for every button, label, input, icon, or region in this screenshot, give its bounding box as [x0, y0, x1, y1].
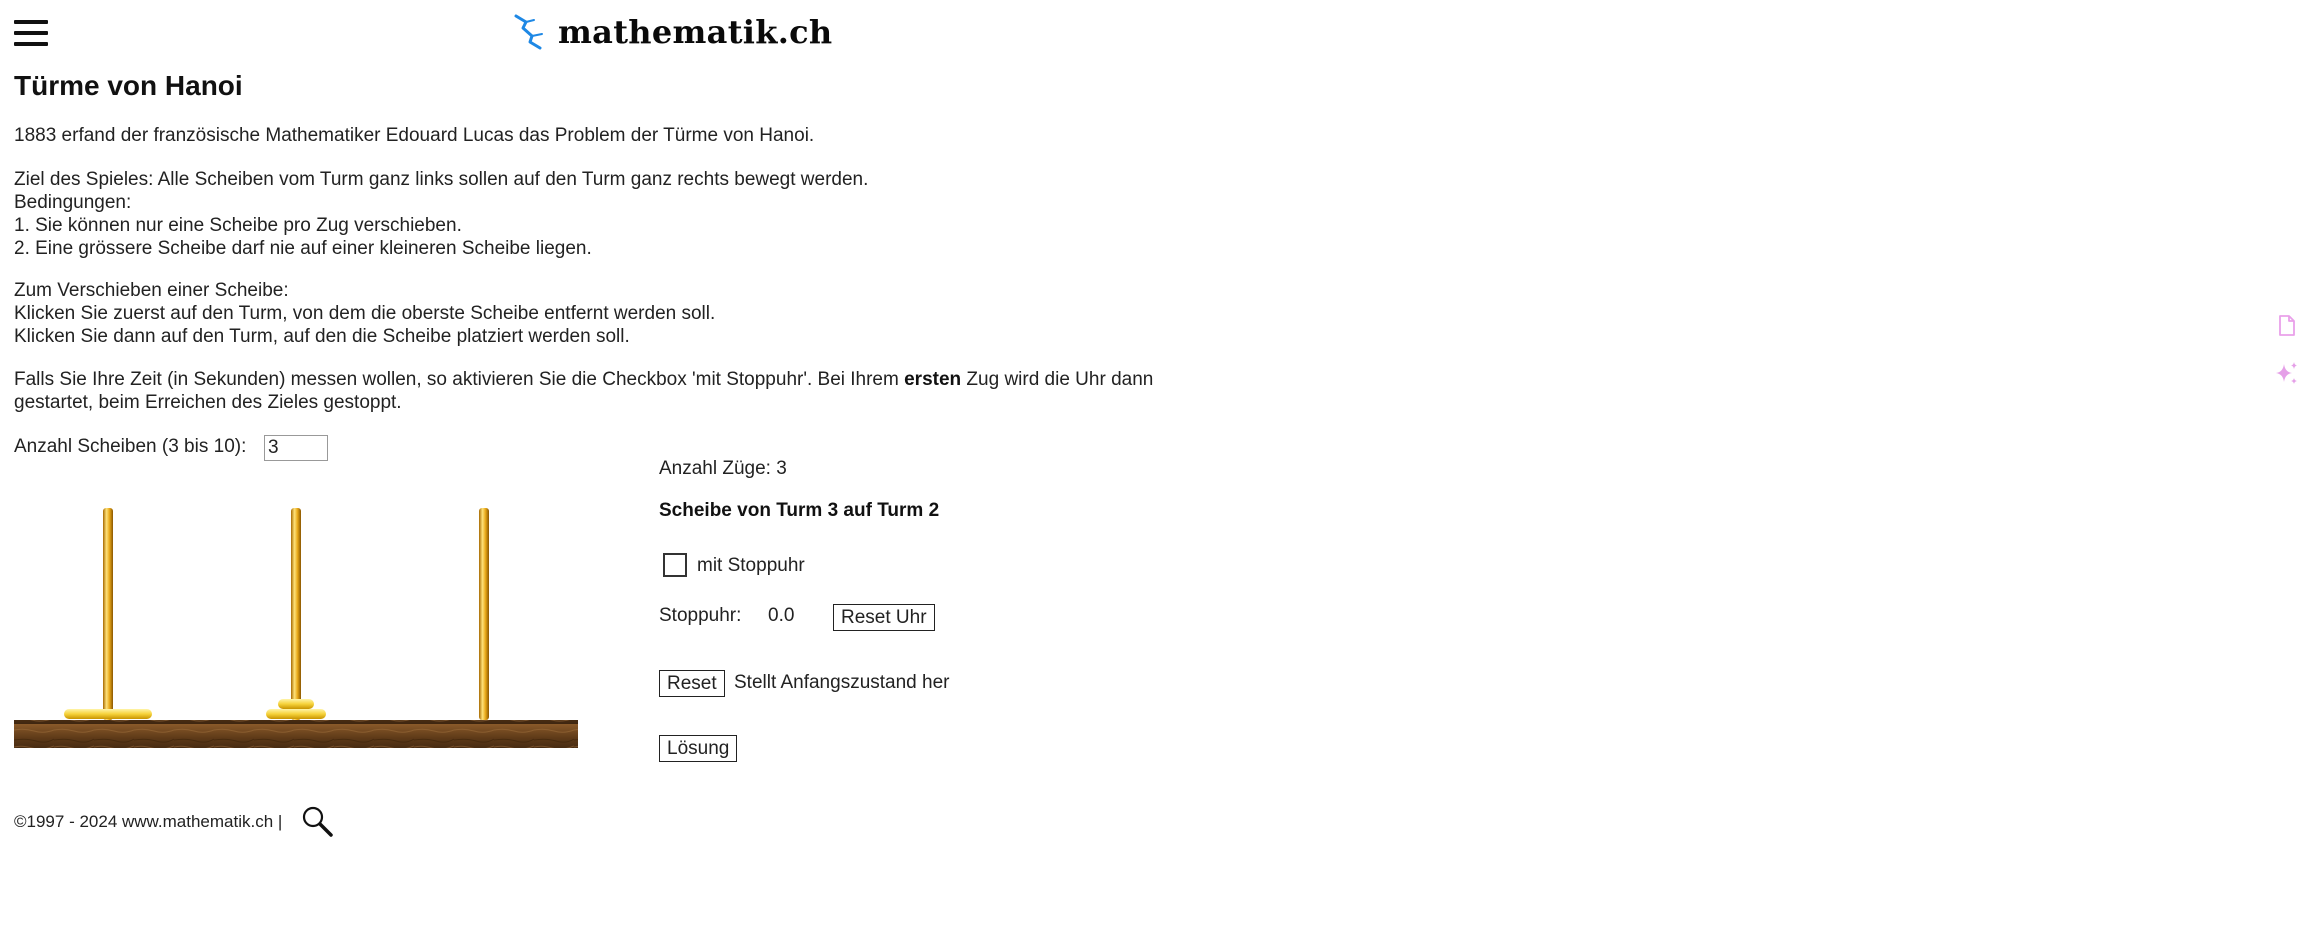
conditions-heading: Bedingungen:	[14, 192, 132, 213]
rules-paragraph: Ziel des Spieles: Alle Scheiben vom Turm…	[14, 168, 1274, 260]
magnifier-icon[interactable]	[300, 804, 334, 838]
timer-text-bold: ersten	[904, 369, 962, 390]
reset-button[interactable]: Reset	[659, 670, 725, 697]
board-base	[14, 720, 578, 748]
stopwatch-checkbox[interactable]	[663, 553, 687, 577]
sparkle-icon[interactable]	[2274, 360, 2300, 388]
disc-count-input[interactable]	[264, 435, 328, 461]
goal-line: Ziel des Spieles: Alle Scheiben vom Turm…	[14, 169, 869, 190]
tower-2[interactable]	[291, 508, 301, 720]
stopwatch-label: Stoppuhr:	[659, 605, 742, 626]
disc	[278, 699, 314, 709]
footer-copyright: ©1997 - 2024 www.mathematik.ch |	[14, 812, 283, 831]
timer-text-line2: gestartet, beim Erreichen des Zieles ges…	[14, 392, 402, 413]
solution-button[interactable]: Lösung	[659, 735, 738, 762]
timer-text-before: Falls Sie Ihre Zeit (in Sekunden) messen…	[14, 369, 905, 390]
reset-description: Stellt Anfangszustand her	[734, 672, 950, 693]
tower-3[interactable]	[479, 508, 489, 720]
disc	[266, 709, 326, 719]
site-logo[interactable]: mathematik.ch	[512, 12, 833, 52]
lightning-icon	[514, 14, 543, 50]
move-heading: Zum Verschieben einer Scheibe:	[14, 280, 289, 301]
rule-1: 1. Sie können nur eine Scheibe pro Zug v…	[14, 215, 462, 236]
rule-2: 2. Eine grössere Scheibe darf nie auf ei…	[14, 238, 592, 259]
tower-1[interactable]	[103, 508, 113, 720]
hamburger-menu-icon[interactable]	[14, 20, 48, 46]
logo-text: mathematik.ch	[558, 13, 833, 51]
timer-text-after: Zug wird die Uhr dann	[961, 369, 1154, 390]
hanoi-board[interactable]	[14, 500, 578, 748]
move-step-2: Klicken Sie dann auf den Turm, auf den d…	[14, 326, 630, 347]
disc	[64, 709, 152, 719]
reset-clock-button[interactable]: Reset Uhr	[833, 604, 935, 631]
move-instructions-paragraph: Zum Verschieben einer Scheibe: Klicken S…	[14, 279, 1274, 348]
disc-count-label: Anzahl Scheiben (3 bis 10):	[14, 436, 247, 457]
move-instruction: Scheibe von Turm 3 auf Turm 2	[659, 500, 940, 521]
stopwatch-value: 0.0	[768, 605, 795, 626]
move-step-1: Klicken Sie zuerst auf den Turm, von dem…	[14, 303, 716, 324]
document-icon[interactable]	[2276, 314, 2298, 338]
intro-paragraph: 1883 erfand der französische Mathematike…	[14, 125, 815, 146]
page-title: Türme von Hanoi	[14, 70, 243, 101]
moves-count: Anzahl Züge: 3	[659, 458, 787, 479]
timer-paragraph: Falls Sie Ihre Zeit (in Sekunden) messen…	[14, 368, 1274, 414]
stopwatch-checkbox-label: mit Stoppuhr	[697, 555, 805, 576]
